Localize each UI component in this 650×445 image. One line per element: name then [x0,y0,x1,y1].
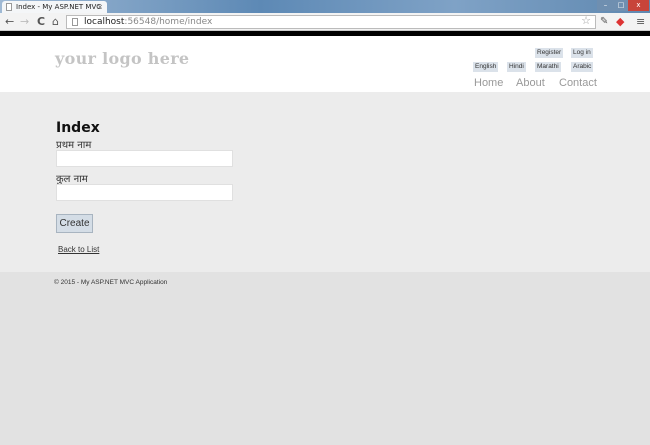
browser-toolbar: ← → C ⌂ localhost:56548/home/index ☆ ✎ ◆… [0,13,650,31]
extension-icon[interactable]: ◆ [616,15,624,29]
nav-home[interactable]: Home [474,77,503,89]
last-name-input[interactable] [56,184,233,201]
register-link[interactable]: Register [535,48,564,58]
create-button[interactable]: Create [56,214,93,233]
url-host: localhost [84,17,125,27]
back-to-list-link[interactable]: Back to List [58,245,99,254]
bookmark-star-icon[interactable]: ☆ [581,15,591,27]
forward-icon[interactable]: → [20,15,29,29]
browser-tab[interactable]: Index - My ASP.NET MVC × [2,1,107,13]
first-name-label: प्रथम नाम [56,140,92,151]
first-name-input[interactable] [56,150,233,167]
home-icon[interactable]: ⌂ [52,15,59,29]
address-bar[interactable]: localhost:56548/home/index ☆ [66,15,596,29]
browser-titlebar: Index - My ASP.NET MVC × – □ x [0,0,650,13]
lang-marathi[interactable]: Marathi [535,62,561,72]
page-icon [6,3,12,11]
last-name-label: कुल नाम [56,174,88,185]
back-icon[interactable]: ← [5,15,14,29]
lang-english[interactable]: English [473,62,499,72]
reload-icon[interactable]: C [37,15,45,29]
minimize-button[interactable]: – [597,0,614,11]
tab-title: Index - My ASP.NET MVC [16,3,102,11]
footer-copyright: © 2015 - My ASP.NET MVC Application [54,279,168,286]
nav-contact[interactable]: Contact [559,77,597,89]
close-window-button[interactable]: x [628,0,649,11]
tab-close-icon[interactable]: × [97,1,103,13]
login-link[interactable]: Log in [571,48,593,58]
nav-about[interactable]: About [516,77,545,89]
url-path: :56548/home/index [124,17,213,27]
eyedropper-icon[interactable]: ✎ [600,15,608,29]
maximize-button[interactable]: □ [614,0,628,11]
lang-arabic[interactable]: Arabic [571,62,594,72]
page-title: Index [56,120,100,136]
lang-hindi[interactable]: Hindi [507,62,526,72]
main-content: Index प्रथम नाम कुल नाम Create Back to L… [0,92,650,272]
site-logo[interactable]: your logo here [55,49,189,68]
page-icon [72,18,78,26]
site-header: your logo here Register Log in English H… [0,36,650,92]
menu-icon[interactable]: ≡ [636,15,645,29]
